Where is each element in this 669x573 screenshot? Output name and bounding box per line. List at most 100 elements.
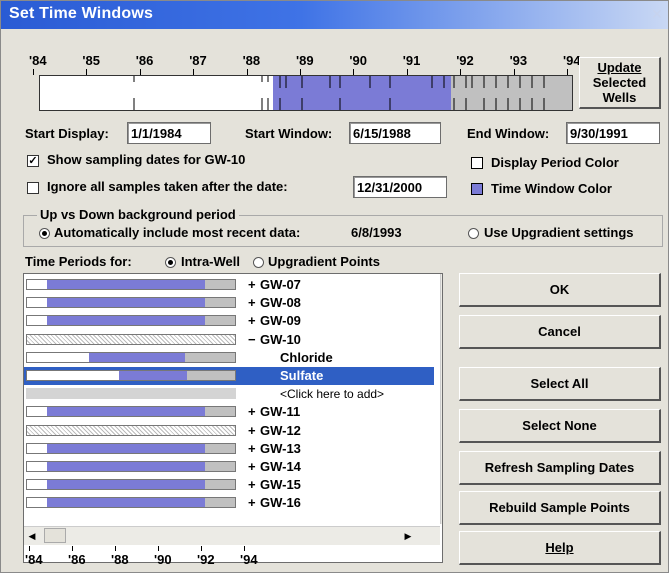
timeline-year-tick bbox=[33, 69, 34, 75]
time-period-bar[interactable] bbox=[26, 461, 236, 472]
timeline-year-label: '86 bbox=[135, 53, 154, 68]
time-period-bar[interactable] bbox=[26, 424, 236, 436]
refresh-sampling-dates-button[interactable]: Refresh Sampling Dates bbox=[459, 451, 661, 485]
scroll-up-icon[interactable]: ▲ bbox=[441, 274, 442, 289]
timeline-year-label: '85 bbox=[82, 53, 100, 68]
axis-year-label: '86 bbox=[68, 552, 86, 567]
scroll-left-icon[interactable]: ◀ bbox=[26, 529, 38, 543]
expand-icon[interactable]: + bbox=[248, 294, 256, 312]
time-period-bar[interactable] bbox=[26, 315, 236, 327]
list-item[interactable]: + GW-07 bbox=[24, 276, 434, 294]
time-period-bar[interactable] bbox=[26, 333, 236, 345]
list-item[interactable]: + GW-12 bbox=[24, 422, 434, 440]
list-item[interactable]: + GW-08 bbox=[24, 294, 434, 312]
close-icon[interactable]: ✕ bbox=[650, 6, 664, 22]
list-item[interactable]: <Click here to add> bbox=[24, 385, 434, 403]
rebuild-sample-points-button[interactable]: Rebuild Sample Points bbox=[459, 491, 661, 525]
timeline-year-label: '87 bbox=[189, 53, 207, 68]
axis-tick bbox=[158, 546, 159, 551]
select-none-button[interactable]: Select None bbox=[459, 409, 661, 443]
expand-icon[interactable]: + bbox=[248, 312, 256, 330]
time-period-bar[interactable] bbox=[26, 497, 236, 509]
display-segment bbox=[205, 316, 235, 326]
list-item[interactable]: − GW-10 bbox=[24, 331, 434, 349]
collapse-icon[interactable]: − bbox=[248, 331, 256, 349]
time-window-color-swatch[interactable] bbox=[471, 183, 483, 195]
window-segment bbox=[47, 316, 205, 326]
list-item[interactable]: Chloride bbox=[24, 349, 434, 367]
scroll-right-icon[interactable]: ▶ bbox=[402, 529, 414, 543]
time-period-bar[interactable] bbox=[26, 351, 236, 363]
cancel-button[interactable]: Cancel bbox=[459, 315, 661, 349]
list-item[interactable]: + GW-09 bbox=[24, 312, 434, 330]
horizontal-scrollbar[interactable]: ◀ ▶ bbox=[24, 526, 440, 545]
start-display-field[interactable]: 1/1/1984 bbox=[127, 122, 211, 144]
window-segment bbox=[119, 371, 187, 380]
upgradient-points-radio[interactable] bbox=[253, 257, 264, 268]
dialog-title: Set Time Windows bbox=[9, 5, 154, 22]
list-item[interactable]: + GW-14 bbox=[24, 458, 434, 476]
display-segment bbox=[205, 335, 235, 344]
display-segment bbox=[205, 407, 235, 417]
update-selected-wells-button[interactable]: Update Selected Wells bbox=[579, 57, 661, 109]
list-item[interactable]: + GW-11 bbox=[24, 403, 434, 421]
well-label: GW-12 bbox=[260, 422, 301, 438]
auto-include-date: 6/8/1993 bbox=[351, 225, 402, 240]
expand-icon[interactable]: + bbox=[248, 458, 256, 476]
time-period-bar[interactable] bbox=[26, 370, 236, 381]
use-upgradient-radio[interactable] bbox=[468, 228, 479, 239]
wells-label: Wells bbox=[602, 90, 637, 105]
window-segment bbox=[47, 462, 205, 471]
background-period-title: Up vs Down background period bbox=[37, 207, 239, 222]
well-list[interactable]: + GW-07 + GW-08 + GW-09− GW-10 Chloride Sulfate <… bbox=[23, 273, 443, 563]
axis-tick bbox=[72, 546, 73, 551]
empty-period-bar bbox=[26, 388, 236, 400]
window-segment bbox=[47, 298, 205, 308]
end-window-label: End Window: bbox=[467, 126, 550, 141]
ok-button[interactable]: OK bbox=[459, 273, 661, 307]
time-period-bar[interactable] bbox=[26, 406, 236, 418]
title-bar: Set Time Windows ✕ bbox=[1, 1, 668, 29]
axis-tick bbox=[244, 546, 245, 551]
start-window-field[interactable]: 6/15/1988 bbox=[349, 122, 441, 144]
upgradient-points-label: Upgradient Points bbox=[268, 254, 380, 269]
list-item[interactable]: + GW-15 bbox=[24, 476, 434, 494]
list-item[interactable]: + GW-13 bbox=[24, 440, 434, 458]
expand-icon[interactable]: + bbox=[248, 403, 256, 421]
timeline-bar[interactable] bbox=[39, 75, 573, 111]
list-item[interactable]: + GW-16 bbox=[24, 494, 434, 512]
time-period-bar[interactable] bbox=[26, 442, 236, 454]
expand-icon[interactable]: + bbox=[248, 494, 256, 512]
vertical-scrollbar[interactable]: ▲ ▼ bbox=[440, 274, 442, 524]
scroll-down-icon[interactable]: ▼ bbox=[441, 508, 442, 523]
show-sampling-checkbox[interactable]: ✓ bbox=[27, 155, 39, 167]
set-time-windows-dialog: Set Time Windows ✕ '84 '85 '86 '87 '88 '89 '90… bbox=[0, 0, 669, 573]
expand-icon[interactable]: + bbox=[248, 276, 256, 294]
expand-icon[interactable]: + bbox=[248, 476, 256, 494]
axis-year-label: '84 bbox=[25, 552, 43, 567]
display-period-color-label: Display Period Color bbox=[491, 155, 619, 170]
auto-include-radio[interactable] bbox=[39, 228, 50, 239]
intra-well-radio[interactable] bbox=[165, 257, 176, 268]
select-all-button[interactable]: Select All bbox=[459, 367, 661, 401]
list-item[interactable]: Sulfate bbox=[24, 367, 434, 385]
horizontal-scroll-thumb[interactable] bbox=[44, 528, 66, 543]
ignore-date-field[interactable]: 12/31/2000 bbox=[353, 176, 447, 198]
time-period-bar[interactable] bbox=[26, 279, 236, 290]
window-segment bbox=[47, 498, 205, 508]
timeline-year-label: '93 bbox=[509, 53, 528, 68]
help-button[interactable]: Help bbox=[459, 531, 661, 565]
display-period-color-swatch[interactable] bbox=[471, 157, 483, 169]
ignore-samples-checkbox[interactable] bbox=[27, 182, 39, 194]
expand-icon[interactable]: + bbox=[248, 422, 256, 440]
time-period-bar[interactable] bbox=[26, 297, 236, 309]
intra-well-label: Intra-Well bbox=[181, 254, 240, 269]
expand-icon[interactable]: + bbox=[248, 440, 256, 458]
display-segment bbox=[205, 280, 235, 289]
well-label: GW-14 bbox=[260, 459, 301, 474]
add-item-label: <Click here to add> bbox=[280, 387, 385, 402]
time-period-bar[interactable] bbox=[26, 479, 236, 491]
end-window-field[interactable]: 9/30/1991 bbox=[566, 122, 660, 144]
window-segment bbox=[47, 335, 205, 344]
axis-year-label: '94 bbox=[240, 552, 258, 567]
